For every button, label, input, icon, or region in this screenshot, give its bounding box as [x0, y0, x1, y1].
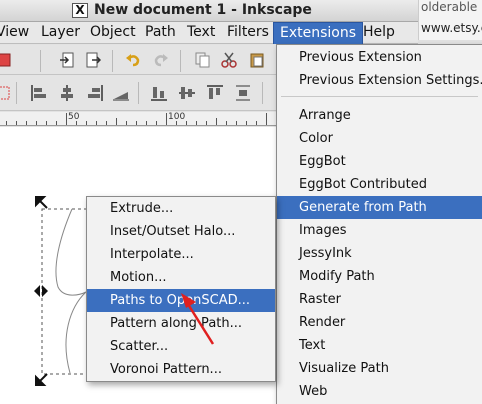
commands-toolbar: [0, 45, 278, 75]
x11-logo-icon: X: [72, 3, 88, 18]
menu-layer[interactable]: Layer: [41, 22, 80, 44]
menu-item-modify-path[interactable]: Modify Path: [277, 265, 482, 288]
ruler-label-50: 50: [68, 112, 80, 122]
menu-separator: [281, 96, 478, 97]
cut-icon[interactable]: [220, 51, 238, 69]
window-title: New document 1 - Inkscape: [94, 2, 312, 18]
menu-item-raster[interactable]: Raster: [277, 288, 482, 311]
background-browser-window: olderable www.etsy.c: [418, 0, 482, 40]
align-middle-icon[interactable]: [178, 84, 196, 102]
paste-icon[interactable]: [248, 51, 266, 69]
toolbar-separator: [16, 82, 17, 104]
submenu-item-scatter[interactable]: Scatter...: [87, 335, 275, 358]
toolbar-separator: [262, 82, 263, 104]
align-center-icon[interactable]: [58, 84, 76, 102]
align-right-icon[interactable]: [86, 84, 104, 102]
toolbar-separator: [180, 50, 181, 72]
align-top-icon[interactable]: [206, 84, 224, 102]
background-text-2: www.etsy.c: [421, 21, 482, 35]
menu-help[interactable]: Help: [363, 22, 395, 44]
menu-item-jessyink[interactable]: JessyInk: [277, 242, 482, 265]
toolbar-separator: [40, 50, 41, 72]
menu-item-eggbot[interactable]: EggBot: [277, 150, 482, 173]
menu-item-visualize-path[interactable]: Visualize Path: [277, 357, 482, 380]
select-same-icon[interactable]: [0, 84, 12, 102]
menu-path[interactable]: Path: [145, 22, 176, 44]
align-bottom-icon[interactable]: [150, 84, 168, 102]
horizontal-ruler: 50 100: [0, 112, 278, 126]
menu-item-previous-extension[interactable]: Previous Extension: [277, 46, 482, 69]
distribute-icon[interactable]: [112, 84, 130, 102]
menu-view[interactable]: View: [0, 22, 29, 44]
submenu-item-interpolate[interactable]: Interpolate...: [87, 243, 275, 266]
menu-item-text[interactable]: Text: [277, 334, 482, 357]
menu-item-color[interactable]: Color: [277, 127, 482, 150]
export-icon[interactable]: [84, 51, 102, 69]
toolbar-separator: [112, 50, 113, 72]
window-titlebar: X New document 1 - Inkscape: [0, 0, 482, 22]
submenu-item-pattern-along-path[interactable]: Pattern along Path...: [87, 312, 275, 335]
submenu-item-voronoi-pattern[interactable]: Voronoi Pattern...: [87, 358, 275, 381]
background-text-1: olderable: [421, 0, 478, 14]
distribute-vertical-icon[interactable]: [234, 84, 252, 102]
menu-item-previous-extension-settings[interactable]: Previous Extension Settings...: [277, 69, 482, 92]
submenu-item-inset-outset-halo[interactable]: Inset/Outset Halo...: [87, 220, 275, 243]
menu-item-eggbot-contributed[interactable]: EggBot Contributed: [277, 173, 482, 196]
menu-item-images[interactable]: Images: [277, 219, 482, 242]
submenu-item-motion[interactable]: Motion...: [87, 266, 275, 289]
generate-from-path-submenu: Extrude... Inset/Outset Halo... Interpol…: [86, 196, 276, 382]
save-icon[interactable]: [0, 51, 12, 69]
submenu-item-extrude[interactable]: Extrude...: [87, 197, 275, 220]
menu-extensions[interactable]: Extensions: [273, 22, 364, 44]
selected-path: [55, 208, 87, 374]
redo-icon[interactable]: [152, 51, 170, 69]
align-left-icon[interactable]: [30, 84, 48, 102]
duplicate-icon[interactable]: [194, 51, 212, 69]
menu-filters[interactable]: Filters: [227, 22, 269, 44]
menu-object[interactable]: Object: [90, 22, 136, 44]
toolbar-separator: [138, 82, 139, 104]
menu-item-generate-from-path[interactable]: Generate from Path: [277, 196, 482, 219]
align-toolbar: [0, 75, 278, 111]
menu-text[interactable]: Text: [187, 22, 215, 44]
menu-item-web[interactable]: Web: [277, 380, 482, 403]
import-icon[interactable]: [58, 51, 76, 69]
transform-handles: [34, 196, 48, 386]
menu-item-render[interactable]: Render: [277, 311, 482, 334]
extensions-menu: Previous Extension Previous Extension Se…: [276, 44, 482, 404]
undo-icon[interactable]: [124, 51, 142, 69]
submenu-item-paths-to-openscad[interactable]: Paths to OpenSCAD...: [87, 289, 275, 312]
menubar: View Layer Object Path Text Filters Exte…: [0, 22, 418, 44]
menu-item-arrange[interactable]: Arrange: [277, 104, 482, 127]
